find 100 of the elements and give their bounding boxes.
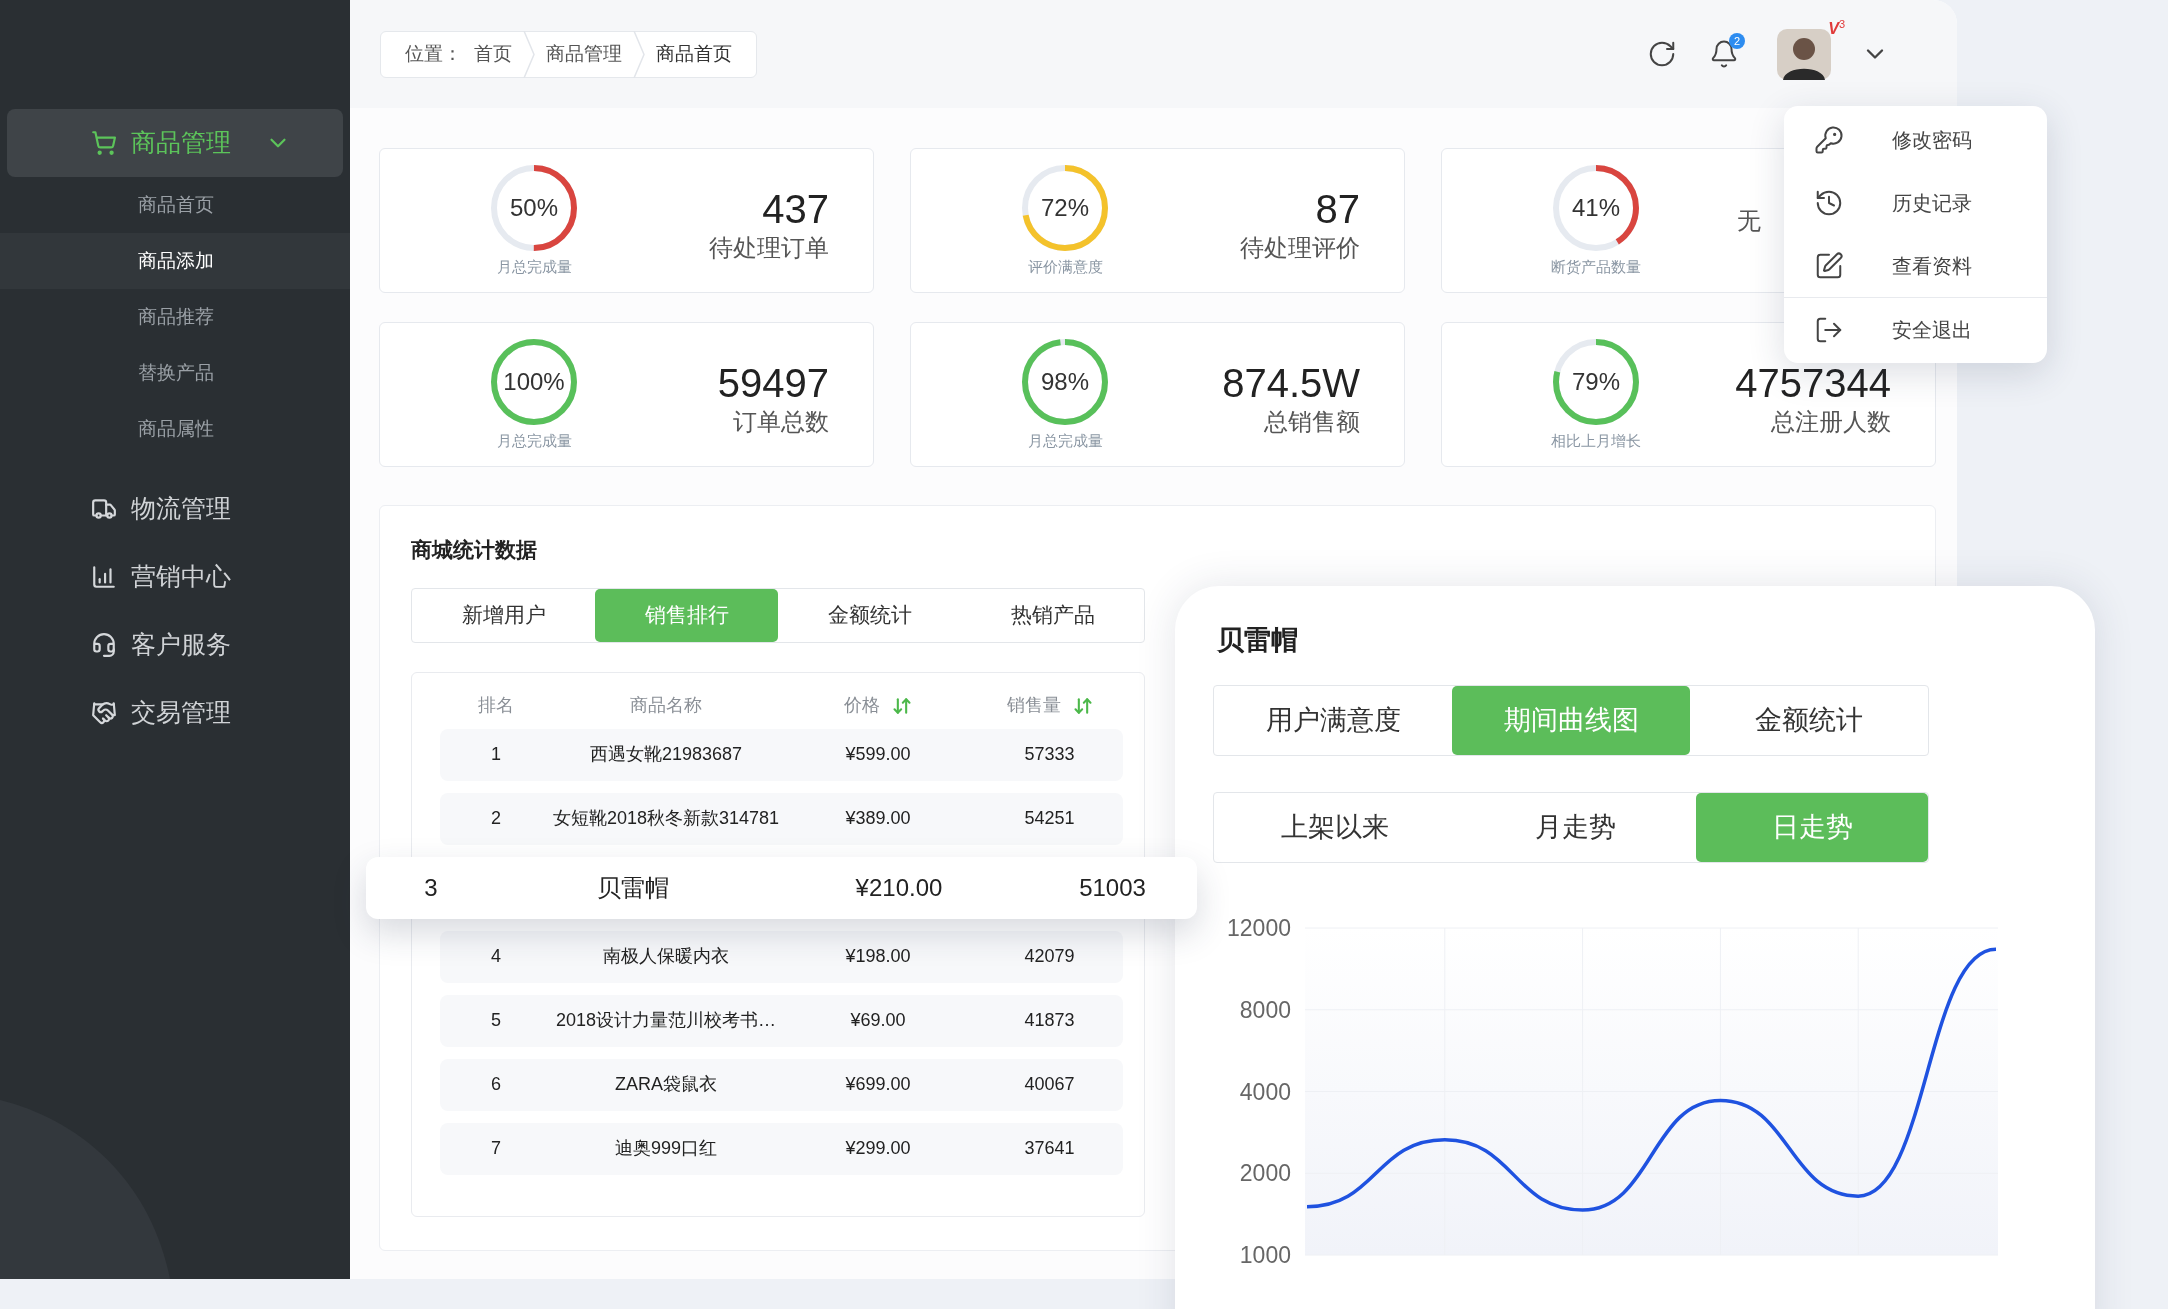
table-row[interactable]: 3 贝雷帽 ¥210.00 51003 [366, 856, 1197, 919]
y-axis-label: 4000 [1239, 1078, 1291, 1104]
table-row[interactable]: 5 2018设计力量范川校考书… ¥69.00 41873 [440, 994, 1123, 1047]
menu-item[interactable]: 安全退出 [1784, 298, 2047, 361]
headset-icon [91, 632, 117, 658]
table-cell-text: 6 [490, 1073, 502, 1096]
ring-caption: 相比上月增长 [1551, 431, 1641, 452]
ring-caption: 月总完成量 [496, 257, 572, 278]
table-cell-text: 4 [490, 945, 502, 968]
table-cell-text: ¥599.00 [844, 743, 912, 766]
sidebar-item[interactable]: 营销中心 [7, 543, 343, 611]
table-cell-text: 1 [490, 743, 502, 766]
edit-icon [1814, 250, 1844, 281]
table-cell-text: 5 [490, 1009, 502, 1032]
panel-title: 商城统计数据 [411, 537, 537, 563]
table-row[interactable]: 1 西遇女靴21983687 ¥599.00 57333 [440, 728, 1123, 781]
table-cell-text: 迪奥999口红 [613, 1137, 718, 1160]
sort-icon[interactable] [1072, 695, 1093, 716]
table-cell-text: 42079 [1023, 945, 1076, 968]
handshake-icon [91, 700, 117, 726]
level-label: V$^{3}$ [1828, 20, 1845, 37]
submenu-item[interactable]: 替换产品 [0, 345, 350, 401]
sidebar-item[interactable]: 交易管理 [7, 679, 343, 747]
key-icon [1814, 124, 1844, 155]
stat-value: 59497 [717, 359, 829, 407]
tab[interactable]: 上架以来 [1214, 792, 1456, 862]
refresh-icon[interactable] [1647, 39, 1677, 69]
stat-label: 订单总数 [733, 407, 829, 435]
tab[interactable]: 新增用户 [412, 588, 595, 642]
table-cell-text: 51003 [1078, 872, 1147, 903]
breadcrumb-link[interactable]: 商品首页 [656, 39, 732, 69]
table-cell-text: 女短靴2018秋冬新款314781 [552, 807, 780, 830]
table-cell-text: 贝雷帽 [596, 872, 670, 903]
table-cell-text: ZARA袋鼠衣 [614, 1073, 718, 1096]
cart-icon [91, 130, 117, 156]
tab[interactable]: 月走势 [1455, 792, 1697, 862]
table-cell-text: 57333 [1023, 743, 1076, 766]
percent-text: 50% [509, 193, 558, 224]
table-cell-text: ¥210.00 [854, 872, 944, 903]
table-cell-text: 3 [423, 872, 439, 903]
y-axis-label: 1000 [1239, 1241, 1291, 1268]
table-cell-text: 37641 [1023, 1137, 1076, 1160]
stat-value: 4757344 [1735, 359, 1891, 407]
y-axis-label: 8000 [1239, 996, 1291, 1023]
breadcrumb-link[interactable]: 商品管理 [546, 39, 622, 69]
stat-label: 待处理订单 [709, 233, 829, 261]
ring-caption: 月总完成量 [1027, 431, 1103, 452]
table-row[interactable]: 2 女短靴2018秋冬新款314781 ¥389.00 54251 [440, 792, 1123, 845]
stat-label: 待处理评价 [1240, 233, 1360, 261]
tab[interactable]: 热销产品 [961, 588, 1144, 642]
table-cell-text: ¥69.00 [849, 1009, 907, 1032]
tab[interactable]: 金额统计 [778, 588, 961, 642]
stat-value: 87 [1315, 185, 1360, 233]
table-cell-text: 2018设计力量范川校考书… [554, 1009, 777, 1032]
percent-text: 98% [1040, 367, 1089, 398]
submenu-item[interactable]: 商品推荐 [0, 289, 350, 345]
table-cell-text: 41873 [1023, 1009, 1076, 1032]
menu-item[interactable]: 查看资料 [1784, 234, 2047, 297]
sidebar-item[interactable]: 商品管理 [7, 109, 343, 177]
avatar[interactable] [1777, 28, 1831, 80]
table-cell-text: ¥198.00 [844, 945, 912, 968]
panel-title: 贝雷帽 [1217, 624, 1298, 657]
sidebar-item[interactable]: 客户服务 [7, 611, 343, 679]
y-axis-label: 2000 [1239, 1159, 1291, 1186]
submenu-item[interactable]: 商品属性 [0, 401, 350, 457]
percent-text: 72% [1040, 193, 1089, 224]
table-cell-text: 7 [490, 1137, 502, 1160]
bar-chart-icon [91, 564, 117, 590]
stat-label: 总销售额 [1264, 407, 1360, 435]
table-cell-text: 西遇女靴21983687 [588, 743, 744, 766]
breadcrumb-prefix: 位置： [405, 41, 462, 66]
sidebar-item[interactable]: 物流管理 [7, 475, 343, 543]
table-cell-text: 54251 [1023, 807, 1076, 830]
stat-value: 874.5W [1222, 359, 1360, 407]
table-row[interactable]: 4 南极人保暖内衣 ¥198.00 42079 [440, 930, 1123, 983]
menu-item[interactable]: 历史记录 [1784, 171, 2047, 234]
menu-item[interactable]: 修改密码 [1784, 108, 2047, 171]
notification-badge: 2 [1729, 33, 1745, 49]
ring-caption: 月总完成量 [496, 431, 572, 452]
submenu-item[interactable]: 商品首页 [0, 177, 350, 233]
table-cell-text: ¥299.00 [844, 1137, 912, 1160]
table-cell-text: 40067 [1023, 1073, 1076, 1096]
sort-icon[interactable] [892, 695, 912, 716]
table-row[interactable]: 7 迪奥999口红 ¥299.00 37641 [440, 1122, 1123, 1175]
breadcrumb-link[interactable]: 首页 [474, 39, 512, 69]
tab[interactable]: 金额统计 [1690, 685, 1928, 755]
table-cell-text: 南极人保暖内衣 [602, 945, 730, 968]
percent-text: 79% [1571, 367, 1620, 398]
table-cell-text: 2 [490, 807, 502, 830]
submenu-item[interactable]: 商品添加 [0, 233, 350, 289]
ring-caption: 断货产品数量 [1551, 257, 1641, 278]
table-cell-text: ¥699.00 [844, 1073, 912, 1096]
truck-icon [91, 496, 117, 522]
table-cell-text: ¥389.00 [844, 807, 912, 830]
tab[interactable]: 用户满意度 [1214, 685, 1452, 755]
percent-text: 41% [1571, 193, 1620, 224]
table-row[interactable]: 6 ZARA袋鼠衣 ¥699.00 40067 [440, 1058, 1123, 1111]
stat-label: 总注册人数 [1771, 407, 1891, 435]
bell-icon[interactable] [1709, 39, 1739, 69]
stat-value: 437 [762, 185, 829, 233]
